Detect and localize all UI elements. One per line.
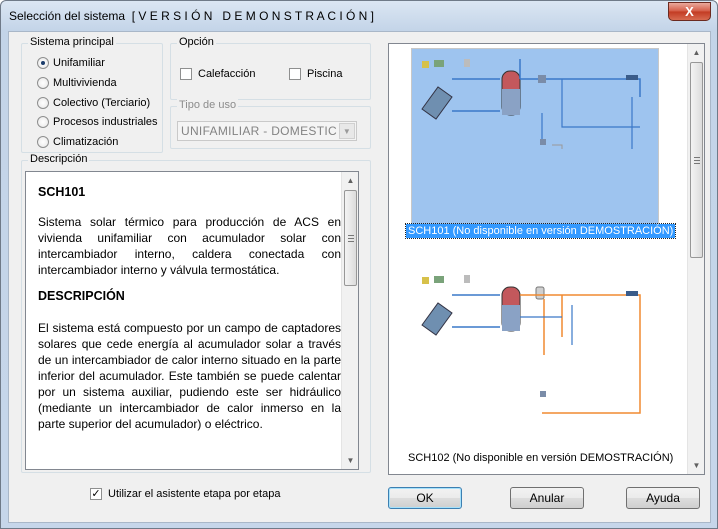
description-heading: DESCRIPCIÓN bbox=[38, 289, 125, 303]
descripcion-legend: Descripción bbox=[28, 153, 90, 165]
sistema-principal-legend: Sistema principal bbox=[28, 36, 116, 48]
window-title: Selección del sistema [ V E R S I Ó N D … bbox=[9, 9, 374, 23]
scheme-list[interactable]: SCH101 (No disponible en versión DEMOSTR… bbox=[388, 43, 705, 475]
descripcion-group: Descripción SCH101 Sistema solar térmico… bbox=[21, 153, 371, 473]
radio-colectivo[interactable]: Colectivo (Terciario) bbox=[37, 95, 150, 111]
scheme-summary: Sistema solar térmico para producción de… bbox=[38, 215, 341, 277]
descripcion-scrollbar[interactable]: ▲ ▼ bbox=[341, 172, 358, 469]
scroll-down-icon[interactable]: ▼ bbox=[342, 452, 358, 469]
piscina-checkbox[interactable]: Piscina bbox=[289, 68, 342, 80]
scheme-list-scrollbar[interactable]: ▲ ▼ bbox=[687, 44, 704, 474]
radio-label: Multivivienda bbox=[53, 77, 117, 89]
radio-label: Climatización bbox=[53, 136, 119, 148]
radio-unifamiliar[interactable]: Unifamiliar bbox=[37, 55, 105, 71]
wizard-label: Utilizar el asistente etapa por etapa bbox=[108, 488, 281, 500]
checkbox-icon bbox=[289, 68, 301, 80]
radio-climatizacion[interactable]: Climatización bbox=[37, 134, 118, 150]
dialog-client: Sistema principal Unifamiliar Multivivie… bbox=[8, 31, 711, 523]
scheme-code: SCH101 bbox=[38, 185, 86, 199]
radio-label: Colectivo (Terciario) bbox=[53, 97, 151, 109]
cancel-button[interactable]: Anular bbox=[510, 487, 584, 509]
tipo-de-uso-select[interactable]: UNIFAMILIAR - DOMESTIC ▼ bbox=[177, 121, 357, 141]
scroll-up-icon[interactable]: ▲ bbox=[342, 172, 358, 189]
tipo-de-uso-value: UNIFAMILIAR - DOMESTIC bbox=[181, 124, 337, 138]
wizard-checkbox[interactable]: ✓ Utilizar el asistente etapa por etapa bbox=[90, 488, 280, 500]
ok-button[interactable]: OK bbox=[388, 487, 462, 509]
close-button[interactable]: X bbox=[668, 2, 711, 21]
radio-icon bbox=[37, 116, 49, 128]
schematic-diagram-icon bbox=[421, 59, 641, 149]
tipo-de-uso-legend: Tipo de uso bbox=[177, 99, 239, 111]
scheme-caption-sch102[interactable]: SCH102 (No disponible en versión DEMOSTR… bbox=[406, 451, 675, 465]
scroll-thumb[interactable] bbox=[690, 62, 703, 258]
chevron-down-icon[interactable]: ▼ bbox=[339, 123, 355, 139]
sistema-principal-group: Sistema principal Unifamiliar Multivivie… bbox=[21, 36, 163, 153]
scheme-thumbnail-sch102[interactable] bbox=[411, 264, 659, 442]
radio-label: Unifamiliar bbox=[53, 57, 105, 69]
title-bar[interactable]: Selección del sistema [ V E R S I Ó N D … bbox=[1, 1, 717, 31]
scheme-thumbnail-sch101[interactable] bbox=[411, 48, 659, 226]
radio-icon bbox=[37, 77, 49, 89]
descripcion-content: SCH101 Sistema solar térmico para produc… bbox=[38, 184, 341, 432]
radio-selected-icon bbox=[37, 57, 49, 69]
opcion-group: Opción Calefacción Piscina bbox=[170, 36, 371, 100]
tipo-de-uso-group: Tipo de uso UNIFAMILIAR - DOMESTIC ▼ bbox=[170, 99, 371, 149]
piscina-label: Piscina bbox=[307, 68, 343, 80]
radio-multivivienda[interactable]: Multivivienda bbox=[37, 75, 117, 91]
grip-icon bbox=[348, 235, 354, 242]
radio-label: Procesos industriales bbox=[53, 116, 158, 128]
grip-icon bbox=[694, 157, 700, 164]
radio-icon bbox=[37, 136, 49, 148]
scheme-caption-sch101[interactable]: SCH101 (No disponible en versión DEMOSTR… bbox=[404, 223, 677, 239]
description-body: El sistema está compuesto por un campo d… bbox=[38, 321, 341, 431]
radio-icon bbox=[37, 97, 49, 109]
descripcion-text-area[interactable]: SCH101 Sistema solar térmico para produc… bbox=[25, 171, 359, 470]
scroll-up-icon[interactable]: ▲ bbox=[688, 44, 704, 61]
help-button[interactable]: Ayuda bbox=[626, 487, 700, 509]
checkmark-icon: ✓ bbox=[90, 488, 102, 500]
radio-procesos-industriales[interactable]: Procesos industriales bbox=[37, 114, 158, 130]
scroll-down-icon[interactable]: ▼ bbox=[688, 457, 704, 474]
schematic-diagram-icon bbox=[421, 275, 641, 414]
checkbox-icon bbox=[180, 68, 192, 80]
calefaccion-label: Calefacción bbox=[198, 68, 256, 80]
calefaccion-checkbox[interactable]: Calefacción bbox=[180, 68, 255, 80]
scroll-thumb[interactable] bbox=[344, 190, 357, 286]
dialog-window: Selección del sistema [ V E R S I Ó N D … bbox=[0, 0, 718, 529]
opcion-legend: Opción bbox=[177, 36, 216, 48]
